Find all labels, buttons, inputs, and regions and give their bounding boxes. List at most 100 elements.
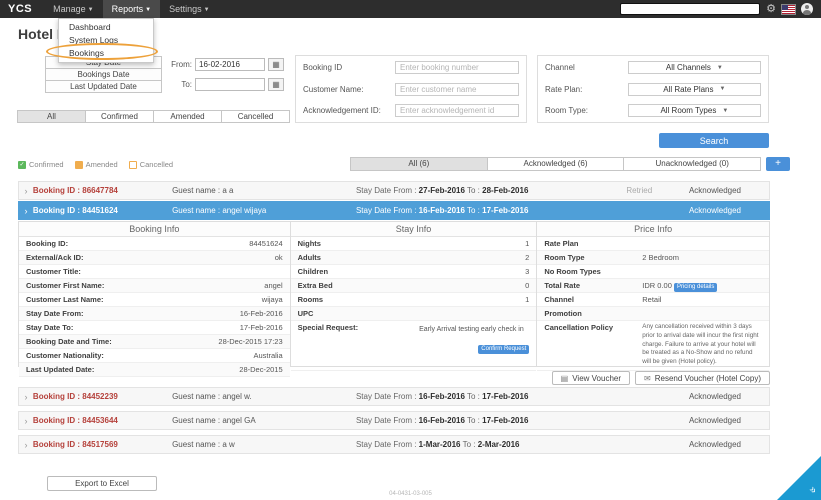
special-request-text: Early Arrival testing early check in [413,323,529,336]
expand-chevron-icon[interactable]: › [19,206,33,216]
chevron-down-icon: ▼ [204,7,210,13]
room-type-select[interactable]: All Room Types▼ [628,104,761,117]
stay-dates: Stay Date From : 27-Feb-2016 To : 28-Feb… [356,186,590,195]
tab-cancelled[interactable]: Cancelled [221,110,290,123]
user-avatar-icon[interactable] [801,3,813,15]
chevron-down-icon: ▼ [720,86,726,92]
expand-chevron-icon[interactable]: › [19,392,33,402]
acknowledgement-tabs: All (6) Acknowledged (6) Unacknowledged … [351,157,761,171]
price-info-title: Price Info [537,222,769,237]
menu-item-system-logs[interactable]: System Logs [59,34,153,47]
rate-plan-select[interactable]: All Rate Plans▼ [628,83,761,96]
nav-item-reports[interactable]: Reports▼ [103,0,160,18]
app-logo: YCS [8,3,32,15]
booking-row[interactable]: › Booking ID : 86647784 Guest name : a a… [18,181,770,200]
booking-row-selected[interactable]: › Booking ID : 84451624 Guest name : ang… [18,201,770,220]
ack-status: Acknowledged [689,440,769,449]
reports-dropdown-menu: Dashboard System Logs Bookings [58,18,154,63]
from-label: From: [166,60,192,69]
envelope-icon: ✉ [644,374,651,383]
calendar-icon[interactable]: ▦ [268,78,284,91]
special-request-row: Special Request: Early Arrival testing e… [291,321,537,371]
detail-row: Nights1 [291,237,537,251]
from-date-input[interactable] [195,58,265,71]
guest-name: Guest name : a a [172,186,356,195]
pricing-details-button[interactable]: Pricing details [674,283,717,292]
stay-dates: Stay Date From : 1-Mar-2016 To : 2-Mar-2… [356,440,590,449]
booking-note: Retried [590,186,689,195]
confirmed-check-icon: ✓ [18,161,26,169]
tab-unacknowledged[interactable]: Unacknowledged (0) [623,157,761,171]
booking-id-row: Booking ID [303,61,519,74]
expand-chevron-icon[interactable]: › [19,440,33,450]
tab-all[interactable]: All [17,110,86,123]
menu-item-bookings[interactable]: Bookings [59,47,153,60]
detail-row: ChannelRetail [537,293,769,307]
cancellation-policy-text: Any cancellation received within 3 days … [642,321,762,367]
channel-label: Channel [545,63,628,72]
tab-amended[interactable]: Amended [153,110,222,123]
guest-name: Guest name : angel GA [172,416,356,425]
chevron-down-icon: ▼ [717,65,723,71]
detail-row: No Room Types [537,265,769,279]
chevron-down-icon: ▼ [88,7,94,13]
booking-row[interactable]: › Booking ID : 84452239 Guest name : ang… [18,387,770,406]
add-booking-button[interactable]: + [766,157,790,171]
rate-plan-row: Rate Plan: All Rate Plans▼ [545,83,761,96]
resend-voucher-button[interactable]: ✉Resend Voucher (Hotel Copy) [635,371,770,385]
booking-id: Booking ID : 84517569 [33,440,172,449]
tab-all-count[interactable]: All (6) [350,157,488,171]
nav-item-settings[interactable]: Settings▼ [160,0,218,18]
document-icon: ▤ [561,374,569,383]
menu-item-dashboard[interactable]: Dashboard [59,21,153,34]
view-voucher-button[interactable]: ▤View Voucher [552,371,630,385]
language-flag-icon[interactable] [782,5,795,14]
customer-name-input[interactable] [395,83,519,96]
booking-id: Booking ID : 84452239 [33,392,172,401]
ack-status: Acknowledged [689,186,769,195]
cancellation-policy-row: Cancellation Policy Any cancellation rec… [537,321,769,371]
booking-id: Booking ID : 86647784 [33,186,172,195]
detail-row: Customer Title: [19,265,290,279]
detail-row: Customer Last Name:wijaya [19,293,290,307]
booking-row[interactable]: › Booking ID : 84453644 Guest name : ang… [18,411,770,430]
stay-dates: Stay Date From : 16-Feb-2016 To : 17-Feb… [356,206,590,215]
chevron-down-icon: ▼ [145,7,151,13]
tab-confirmed[interactable]: Confirmed [85,110,154,123]
detail-row: Booking Date and Time:28-Dec-2015 17:23 [19,335,290,349]
tab-acknowledged[interactable]: Acknowledged (6) [487,157,625,171]
detail-row: Customer First Name:angel [19,279,290,293]
search-button[interactable]: Search [659,133,769,148]
to-date-input[interactable] [195,78,265,91]
booking-id: Booking ID : 84451624 [33,206,172,215]
booking-id-input[interactable] [395,61,519,74]
calendar-icon[interactable]: ▦ [268,58,284,71]
feedback-corner-ribbon[interactable] [777,456,821,500]
status-filter-tabs: All Confirmed Amended Cancelled [18,110,290,123]
customer-name-row: Customer Name: [303,83,519,96]
ack-status: Acknowledged [689,206,769,215]
guest-name: Guest name : angel w. [172,392,356,401]
detail-row: Stay Date From:16-Feb-2016 [19,307,290,321]
export-to-excel-button[interactable]: Export to Excel [47,476,157,491]
confirm-request-button[interactable]: Confirm Request [478,345,529,354]
gear-icon[interactable]: ⚙ [766,0,776,18]
guest-name: Guest name : angel wijaya [172,206,356,215]
ack-status: Acknowledged [689,416,769,425]
booking-details-panel: Booking Info Booking ID:84451624 Externa… [18,221,770,367]
expand-chevron-icon[interactable]: › [19,186,33,196]
last-updated-date-button[interactable]: Last Updated Date [45,80,162,93]
legend-amended: Amended [75,160,118,169]
expand-chevron-icon[interactable]: › [19,416,33,426]
channel-row: Channel All Channels▼ [545,61,761,74]
stay-dates: Stay Date From : 16-Feb-2016 To : 17-Feb… [356,416,590,425]
channel-select[interactable]: All Channels▼ [628,61,761,74]
global-search-input[interactable] [620,3,760,15]
detail-row: Extra Bed0 [291,279,537,293]
chevron-down-icon: ▼ [722,108,728,114]
ack-id-input[interactable] [395,104,519,117]
from-date-row: From: ▦ [166,58,284,71]
nav-item-manage[interactable]: Manage▼ [44,0,102,18]
booking-row[interactable]: › Booking ID : 84517569 Guest name : a w… [18,435,770,454]
legend-confirmed: ✓Confirmed [18,160,64,169]
